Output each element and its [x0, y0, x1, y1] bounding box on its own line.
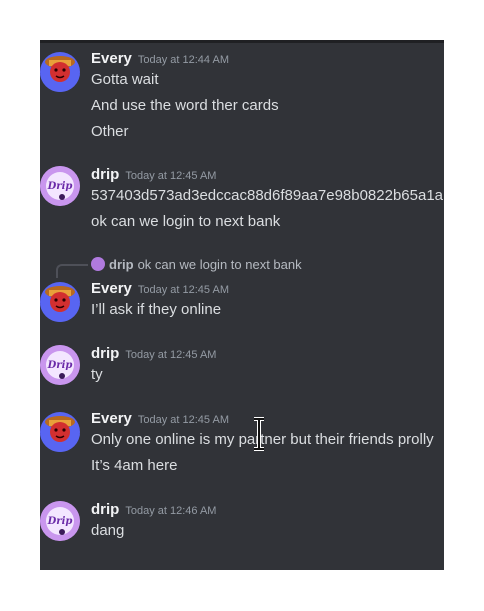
svg-text:Drip: Drip [47, 516, 73, 527]
message-text: Gotta wait [91, 71, 159, 88]
author-name[interactable]: drip [91, 501, 119, 518]
red-mask-face-icon [40, 286, 80, 322]
chat-panel: Every Today at 12:44 AM Gotta wait And us… [40, 40, 444, 570]
text-cursor-icon [254, 417, 264, 451]
message-text: ok can we login to next bank [91, 213, 281, 230]
author-name[interactable]: Every [91, 410, 132, 427]
message-text: 537403d573ad3edccac88d6f89aa7e98b0822b65… [91, 187, 444, 204]
reply-author[interactable]: drip [109, 257, 134, 272]
reply-text[interactable]: ok can we login to next bank [138, 257, 302, 272]
drip-logo-icon: Drip [40, 501, 80, 541]
message-text: It’s 4am here [91, 457, 178, 474]
avatar[interactable] [40, 412, 80, 452]
message-header: Every Today at 12:45 AM [91, 280, 229, 298]
avatar[interactable] [40, 52, 80, 92]
timestamp[interactable]: Today at 12:45 AM [125, 349, 216, 361]
red-mask-face-icon [40, 416, 80, 452]
author-name[interactable]: drip [91, 166, 119, 183]
message-text: ty [91, 366, 103, 383]
message-text: And use the word ther cards [91, 97, 279, 114]
reply-reference[interactable]: drip ok can we login to next bank [91, 257, 302, 272]
divider [40, 40, 444, 43]
avatar[interactable] [40, 282, 80, 322]
message-header: Every Today at 12:45 AM [91, 410, 229, 428]
timestamp[interactable]: Today at 12:46 AM [125, 505, 216, 517]
timestamp[interactable]: Today at 12:45 AM [125, 170, 216, 182]
author-name[interactable]: drip [91, 345, 119, 362]
timestamp[interactable]: Today at 12:45 AM [138, 284, 229, 296]
author-name[interactable]: Every [91, 280, 132, 297]
message-text: dang [91, 522, 125, 539]
message-header: Every Today at 12:44 AM [91, 50, 229, 68]
avatar[interactable]: Drip [40, 345, 80, 385]
message-text: Other [91, 123, 129, 140]
reply-spine [56, 264, 88, 278]
message-header: drip Today at 12:45 AM [91, 345, 216, 363]
svg-text:Drip: Drip [47, 181, 73, 192]
drip-logo-icon: Drip [40, 345, 80, 385]
avatar[interactable]: Drip [40, 166, 80, 206]
svg-text:Drip: Drip [47, 360, 73, 371]
message-text: I’ll ask if they online [91, 301, 222, 318]
red-mask-face-icon [40, 56, 80, 92]
message-header: drip Today at 12:45 AM [91, 166, 216, 184]
message-header: drip Today at 12:46 AM [91, 501, 216, 519]
author-name[interactable]: Every [91, 50, 132, 67]
avatar [91, 257, 105, 271]
drip-logo-icon: Drip [40, 166, 80, 206]
timestamp[interactable]: Today at 12:45 AM [138, 414, 229, 426]
timestamp[interactable]: Today at 12:44 AM [138, 54, 229, 66]
avatar[interactable]: Drip [40, 501, 80, 541]
